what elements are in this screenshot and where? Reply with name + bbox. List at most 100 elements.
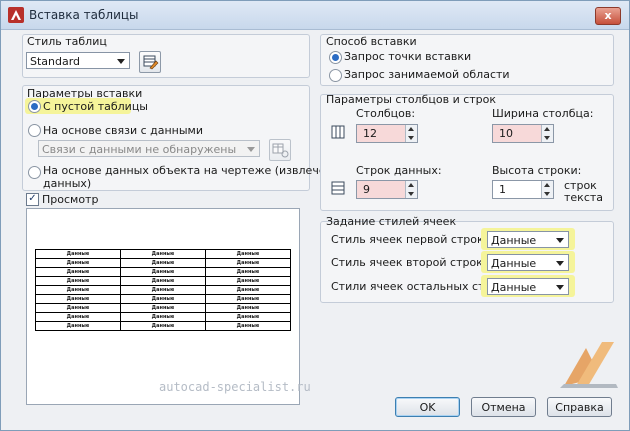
preview-table-cell: Данные: [35, 249, 121, 259]
close-button[interactable]: x: [595, 7, 621, 25]
chevron-down-icon: [556, 238, 564, 243]
preview-table-cell: Данные: [35, 294, 121, 304]
columns-stepper[interactable]: [405, 125, 417, 142]
preview-checkbox[interactable]: ✓: [26, 193, 39, 206]
columns-label: Столбцов:: [356, 107, 416, 120]
table-preview: Данные Данные Данные Данные Данные Данные Данн…: [26, 208, 300, 405]
preview-table-cell: Данные: [205, 321, 291, 331]
preview-table-cell: Данные: [205, 285, 291, 295]
preview-table-row: Данные Данные Данные: [35, 321, 291, 331]
column-width-spinner[interactable]: 10: [492, 124, 554, 143]
data-rows-stepper[interactable]: [405, 181, 417, 198]
preview-table-row: Данные Данные Данные: [35, 258, 291, 268]
preview-table-row: Данные Данные Данные: [35, 276, 291, 286]
preview-table-cell: Данные: [35, 267, 121, 277]
row-height-label: Высота строки:: [492, 164, 582, 177]
chevron-down-icon: [117, 59, 125, 64]
data-link-value: Связи с данными не обнаружены: [42, 143, 237, 156]
radio-empty-table[interactable]: [28, 100, 41, 113]
row-height-unit-line2: текста: [564, 191, 604, 204]
watermark: autocad-specialist.ru: [159, 380, 311, 394]
columns-spinner[interactable]: 12: [356, 124, 418, 143]
rows-icon: [331, 181, 345, 195]
radio-data-link-label[interactable]: На основе связи с данными: [43, 124, 203, 137]
column-width-value: 10: [499, 127, 513, 140]
data-rows-label: Строк данных:: [356, 164, 442, 177]
column-width-label: Ширина столбца:: [492, 107, 594, 120]
second-row-style-value: Данные: [491, 257, 537, 270]
preview-table-cell: Данные: [35, 321, 121, 331]
preview-table-cell: Данные: [205, 312, 291, 322]
preview-table-cell: Данные: [120, 303, 206, 313]
data-rows-spinner[interactable]: 9: [356, 180, 418, 199]
radio-data-link[interactable]: [28, 124, 41, 137]
table-style-edit-icon: [143, 55, 159, 70]
preview-table-cell: Данные: [120, 285, 206, 295]
preview-table-row: Данные Данные Данные: [35, 294, 291, 304]
preview-table-row: Данные Данные Данные: [35, 312, 291, 322]
data-link-manager-button[interactable]: [269, 139, 291, 161]
table-style-select[interactable]: Standard: [26, 52, 130, 69]
preview-table-cell: Данные: [205, 258, 291, 268]
data-link-icon: [272, 143, 289, 158]
preview-table-row: Данные Данные Данные: [35, 303, 291, 313]
preview-table-cell: Данные: [120, 276, 206, 286]
autocad-logo-icon: [8, 7, 24, 23]
preview-checkbox-label[interactable]: Просмотр: [42, 193, 98, 206]
first-row-style-value: Данные: [491, 234, 537, 247]
radio-object-data-label-line1[interactable]: На основе данных объекта на чертеже (изв…: [43, 164, 347, 177]
second-row-style-select[interactable]: Данные: [487, 254, 569, 271]
preview-table-cell: Данные: [205, 294, 291, 304]
chevron-down-icon: [556, 285, 564, 290]
preview-table-cell: Данные: [35, 276, 121, 286]
radio-object-data-label-line2[interactable]: данных): [43, 177, 91, 190]
insert-method-label: Способ вставки: [326, 35, 417, 48]
row-height-value: 1: [499, 183, 506, 196]
preview-table-cell: Данные: [120, 294, 206, 304]
chevron-down-icon: [556, 261, 564, 266]
columns-rows-label: Параметры столбцов и строк: [326, 93, 497, 106]
preview-table-cell: Данные: [120, 312, 206, 322]
window-title: Вставка таблицы: [29, 8, 139, 22]
cancel-button[interactable]: Отмена: [471, 397, 536, 417]
radio-object-data[interactable]: [28, 166, 41, 179]
title-bar[interactable]: Вставка таблицы x: [1, 1, 629, 30]
columns-value: 12: [363, 127, 377, 140]
preview-table-cell: Данные: [120, 258, 206, 268]
help-button[interactable]: Справка: [547, 397, 612, 417]
table-style-value: Standard: [30, 55, 81, 68]
radio-insert-point-label[interactable]: Запрос точки вставки: [344, 50, 471, 63]
site-logo-icon: [560, 342, 618, 388]
preview-table-cell: Данные: [120, 267, 206, 277]
preview-table-cell: Данные: [205, 276, 291, 286]
preview-table-cell: Данные: [120, 249, 206, 259]
table-style-label: Стиль таблиц: [27, 35, 107, 48]
preview-table-row: Данные Данные Данные: [35, 285, 291, 295]
radio-insert-area-label[interactable]: Запрос занимаемой области: [344, 68, 510, 81]
other-rows-style-select[interactable]: Данные: [487, 278, 569, 295]
data-rows-value: 9: [363, 183, 370, 196]
radio-insert-area[interactable]: [329, 69, 342, 82]
preview-table-cell: Данные: [35, 312, 121, 322]
radio-insert-point[interactable]: [329, 51, 342, 64]
preview-table-cell: Данные: [120, 321, 206, 331]
table-style-dialog-button[interactable]: [139, 51, 161, 73]
preview-table: Данные Данные Данные Данные Данные Данные Данн…: [35, 249, 291, 331]
second-row-style-label: Стиль ячеек второй строки:: [331, 256, 494, 269]
preview-table-cell: Данные: [35, 285, 121, 295]
column-width-stepper[interactable]: [541, 125, 553, 142]
radio-empty-table-label[interactable]: С пустой таблицы: [43, 100, 148, 113]
insert-table-dialog: Вставка таблицы x Стиль таблиц Standard …: [0, 0, 630, 431]
cell-styles-label: Задание стилей ячеек: [326, 215, 457, 228]
preview-table-cell: Данные: [35, 303, 121, 313]
preview-table-cell: Данные: [205, 303, 291, 313]
row-height-spinner[interactable]: 1: [492, 180, 554, 199]
row-height-stepper[interactable]: [541, 181, 553, 198]
ok-button[interactable]: OK: [395, 397, 460, 417]
first-row-style-select[interactable]: Данные: [487, 231, 569, 248]
data-link-select[interactable]: Связи с данными не обнаружены: [38, 140, 260, 157]
columns-icon: [331, 125, 345, 139]
first-row-style-label: Стиль ячеек первой строки:: [331, 233, 495, 246]
chevron-down-icon: [247, 147, 255, 152]
preview-table-row: Данные Данные Данные: [35, 249, 291, 259]
